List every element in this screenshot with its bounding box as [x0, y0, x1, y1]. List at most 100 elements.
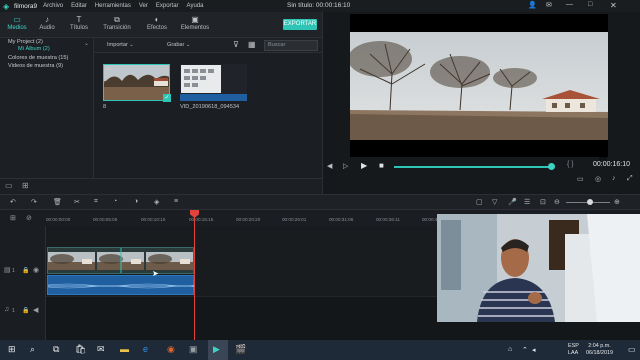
ruler-tick: 00:00:05:05 [93, 217, 118, 222]
sidebar-item-mi-album[interactable]: Mi Álbum (2) [18, 46, 50, 52]
notification-icon[interactable]: ▭ [628, 345, 636, 354]
search-icon[interactable]: ⌕ [30, 344, 35, 355]
sidebar-item-videos[interactable]: Videos de muestra (9) [8, 63, 63, 69]
sidebar-item-colores[interactable]: Colores de muestra (15) [8, 55, 68, 61]
tab-audio-label: Audio [39, 25, 55, 31]
lock-icon[interactable]: 🔒 [22, 267, 29, 274]
maximize-icon[interactable]: □ [588, 1, 592, 8]
export-button[interactable]: EXPORTAR [283, 19, 317, 30]
lock-icon[interactable]: 🔒 [22, 307, 29, 314]
clapperboard-icon[interactable]: 🎬 [235, 344, 246, 355]
color-icon[interactable]: ◑ [134, 198, 138, 205]
video-clip[interactable] [47, 247, 194, 274]
up-arrow-icon[interactable]: ⌃ [522, 346, 528, 354]
tab-elementos[interactable]: ▣ Elementos [178, 15, 212, 31]
ruler-tick: 00:00:36:11 [376, 217, 400, 222]
prev-frame-icon[interactable]: ▷ [343, 162, 348, 170]
preview-progress-knob[interactable] [548, 163, 555, 170]
filmora-taskbar-icon[interactable]: ▶ [213, 344, 220, 355]
tab-audio[interactable]: ♪ Audio [30, 15, 64, 31]
microphone-icon[interactable]: 🎤 [508, 198, 517, 206]
search-input[interactable]: Buscar [264, 40, 318, 51]
menu-herramientas[interactable]: Herramientas [95, 3, 131, 9]
media-item-vid[interactable] [180, 64, 247, 101]
elements-icon: ▣ [191, 15, 199, 24]
volume-tray-icon[interactable]: ◂ [532, 346, 536, 354]
menu-exportar[interactable]: Exportar [156, 3, 179, 9]
windows-start-icon[interactable]: ⊞ [8, 344, 16, 355]
link-icon[interactable]: ⊘ [26, 214, 32, 222]
mail-icon[interactable]: ✉ [97, 344, 105, 355]
render-icon[interactable]: ▢ [476, 198, 483, 206]
text-t-icon: T [76, 15, 82, 24]
stop-icon[interactable]: ■ [379, 161, 384, 170]
sidebar-item-my-project[interactable]: My Project (2) [8, 39, 43, 45]
mark-in-out-icon[interactable]: { } [567, 161, 574, 168]
menu-editar[interactable]: Editar [71, 3, 87, 9]
zoom-in-icon[interactable]: ⊕ [614, 198, 620, 206]
zoom-out-icon[interactable]: ⊖ [554, 198, 560, 206]
tab-efectos[interactable]: ◐ Efectos [140, 15, 174, 31]
filter-icon[interactable]: ⊽ [233, 40, 239, 49]
snap-icon[interactable]: ⊡ [540, 198, 546, 206]
language-indicator[interactable]: ESP LAA [568, 343, 579, 357]
step-back-icon[interactable]: ◀ [327, 162, 332, 170]
media-item-8[interactable] [103, 64, 170, 101]
preview-progress-bar[interactable] [394, 166, 552, 168]
clip-audio-waveform[interactable] [47, 275, 196, 295]
message-icon[interactable]: ✉ [546, 1, 552, 9]
new-folder-icon[interactable]: ▭ [5, 181, 13, 190]
clock[interactable]: 2:04 p.m. 06/18/2019 [586, 343, 613, 357]
audio-settings-icon[interactable]: ≡ [174, 198, 178, 205]
menu-ver[interactable]: Ver [139, 3, 148, 9]
zoom-slider-knob[interactable] [587, 199, 593, 205]
mixer-icon[interactable]: ☰ [524, 198, 530, 206]
add-track-icon[interactable]: ⊞ [10, 214, 16, 222]
menu-archivo[interactable]: Archivo [43, 3, 63, 9]
menu-ayuda[interactable]: Ayuda [187, 3, 204, 9]
fullscreen-icon[interactable]: ⤢ [627, 175, 633, 183]
store-icon[interactable]: 🛍 [75, 344, 86, 355]
snapshot-icon[interactable]: ◎ [595, 175, 601, 183]
import-button[interactable]: Importar ⌄ [107, 42, 134, 48]
network-icon[interactable]: ⌂ [508, 346, 512, 353]
chevron-down-icon[interactable]: ⌄ [84, 40, 89, 47]
record-button[interactable]: Grabar ⌄ [167, 42, 190, 48]
app-icon[interactable]: ▣ [189, 344, 198, 355]
ruler-tick: 00:00:4 [422, 217, 438, 222]
monitor-icon[interactable]: ▭ [577, 175, 584, 183]
playhead-line[interactable] [194, 210, 195, 340]
media-thumbnail [104, 65, 169, 100]
tab-titulos[interactable]: T Títulos [62, 15, 96, 31]
minimize-icon[interactable]: — [566, 1, 573, 8]
sidebar-item-label: Colores de muestra (15) [8, 55, 69, 61]
volume-icon[interactable]: ♪ [612, 175, 616, 182]
marker-icon[interactable]: ▽ [492, 198, 497, 206]
tab-medios[interactable]: ▭ Medios [0, 15, 34, 31]
undo-icon[interactable]: ↶ [10, 198, 16, 206]
video-track-icon: ▤ [4, 267, 11, 274]
delete-icon[interactable]: 🗑 [53, 198, 62, 206]
speed-icon[interactable]: ◔ [113, 198, 117, 205]
webcam-overlay [437, 214, 640, 322]
close-icon[interactable]: ✕ [610, 1, 617, 10]
green-screen-icon[interactable]: ◈ [154, 198, 159, 206]
cut-icon[interactable]: ✂ [74, 198, 80, 206]
media-thumbnail [180, 64, 247, 101]
account-icon[interactable]: 👤 [528, 1, 537, 9]
play-icon[interactable]: ▶ [361, 161, 367, 170]
speaker-icon[interactable]: ◀ [33, 306, 38, 314]
edge-icon[interactable]: e [143, 344, 148, 354]
clock-date: 06/18/2019 [586, 350, 613, 356]
crop-icon[interactable]: ⌗ [94, 198, 98, 206]
firefox-icon[interactable]: ◉ [167, 344, 175, 355]
eye-icon[interactable]: ◉ [33, 266, 39, 274]
redo-icon[interactable]: ↷ [31, 198, 37, 206]
ruler-tick: 00:00:31:06 [329, 217, 354, 222]
task-view-icon[interactable]: ⧉ [53, 344, 59, 355]
tab-transicion[interactable]: ⧉ Transición [100, 15, 134, 31]
add-folder-icon[interactable]: ⊞ [22, 181, 29, 190]
title-bar: ◈ filmora9 Archivo Editar Herramientas V… [0, 0, 640, 12]
file-explorer-icon[interactable]: ▬ [120, 344, 129, 354]
grid-view-icon[interactable]: ▦ [248, 40, 256, 49]
